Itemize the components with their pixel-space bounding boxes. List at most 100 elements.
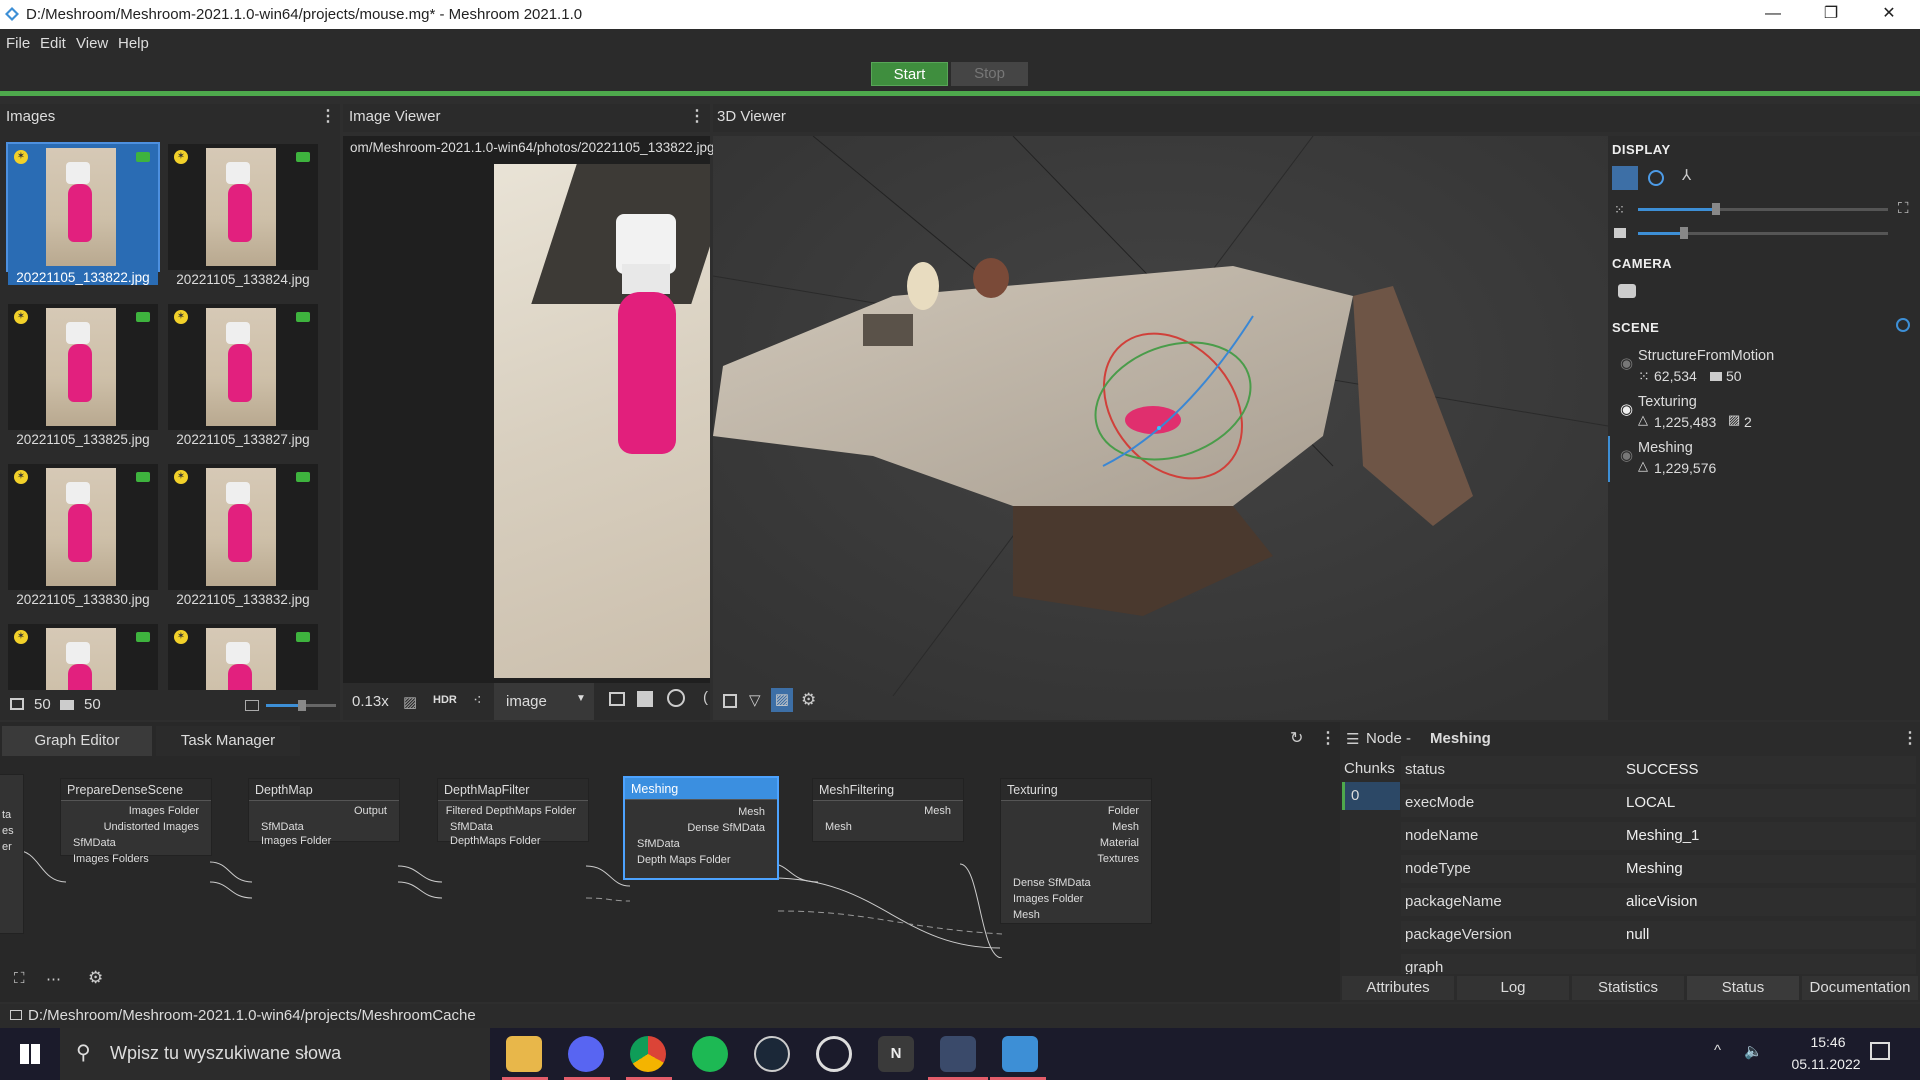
texture-icon[interactable]: ▨ (771, 688, 793, 712)
image-thumbnail[interactable]: ✶ (168, 144, 318, 270)
port-output[interactable]: Textures (1097, 853, 1139, 865)
chrome-icon[interactable] (630, 1036, 666, 1072)
meshroom-taskbar-icon[interactable] (940, 1036, 976, 1072)
start-button[interactable]: Start (871, 62, 948, 86)
node-prepare-dense-scene[interactable]: PrepareDenseScene Images Folder Undistor… (60, 778, 212, 865)
clock-time[interactable]: 15:46 (1790, 1034, 1866, 1050)
metadata-icon[interactable] (609, 692, 625, 706)
restore-button[interactable]: ❐ (1802, 0, 1860, 29)
port-input[interactable]: Mesh (825, 821, 852, 833)
tab-documentation[interactable]: Documentation (1802, 976, 1918, 1000)
port-input[interactable]: Images Folder (1013, 893, 1083, 905)
discord-icon[interactable] (568, 1036, 604, 1072)
features-icon[interactable]: ⁖ (473, 691, 482, 709)
obs-icon[interactable] (816, 1036, 852, 1072)
thumbnail-size-slider[interactable] (266, 700, 336, 711)
menu-edit[interactable]: Edit (40, 35, 66, 52)
tab-statistics[interactable]: Statistics (1572, 976, 1684, 1000)
port-input[interactable]: Dense SfMData (1013, 877, 1091, 889)
fit-view-icon[interactable]: ⛶ (1898, 200, 1909, 217)
port-input[interactable]: DepthMaps Folder (450, 835, 541, 847)
port-output[interactable]: Output (354, 805, 387, 817)
image-mode-select[interactable]: image ▼ (494, 683, 594, 720)
notifications-icon[interactable] (1870, 1042, 1890, 1060)
node-texturing[interactable]: Texturing Folder Mesh Material Textures … (1000, 778, 1152, 924)
eye-icon[interactable]: ◉ (1620, 400, 1633, 418)
images-menu-icon[interactable]: ⋮ (320, 106, 336, 126)
port-input[interactable]: SfMData (261, 821, 304, 833)
image-thumbnail[interactable]: ✶ (6, 142, 160, 272)
port-output[interactable]: Mesh (1112, 821, 1139, 833)
spotify-icon[interactable] (692, 1036, 728, 1072)
fit-graph-icon[interactable]: ⛶ (14, 970, 25, 987)
port-input[interactable]: Depth Maps Folder (637, 854, 731, 866)
scene-item-texturing[interactable]: ◉ Texturing △ 1,225,483 ▨ 2 (1608, 390, 1920, 436)
port-output[interactable]: Mesh (738, 806, 765, 818)
chunk-item[interactable]: 0 (1342, 782, 1400, 810)
more-icon[interactable]: ( (703, 689, 708, 706)
port-output[interactable]: Undistorted Images (104, 821, 199, 833)
bounding-box-icon[interactable] (723, 694, 737, 708)
windows-start-icon[interactable] (20, 1044, 40, 1064)
scene-item-meshing[interactable]: ◉ Meshing △ 1,229,576 (1608, 436, 1920, 482)
image-thumbnail[interactable]: ✶ (168, 304, 318, 430)
port-output[interactable]: Dense SfMData (687, 822, 765, 834)
orientation-icon[interactable]: ⅄ (1682, 166, 1691, 184)
refresh-icon[interactable]: ↻ (1290, 728, 1303, 748)
tab-status[interactable]: Status (1687, 976, 1799, 1000)
gizmo-toggle-icon[interactable] (1648, 170, 1664, 186)
gear-icon[interactable]: ⚙ (801, 690, 816, 710)
node-mesh-filtering[interactable]: MeshFiltering Mesh Mesh (812, 778, 964, 842)
steam-icon[interactable] (754, 1036, 790, 1072)
port-input[interactable]: Images Folders (73, 853, 149, 865)
image-viewer-menu-icon[interactable]: ⋮ (689, 106, 705, 126)
port-output[interactable]: Mesh (924, 805, 951, 817)
camera-scale-slider[interactable] (1638, 227, 1888, 239)
image-viewer[interactable]: om/Meshroom-2021.1.0-win64/photos/202211… (343, 136, 715, 720)
image-thumbnail[interactable]: ✶ (8, 624, 158, 690)
volume-muted-icon[interactable]: 🔈 (1744, 1042, 1763, 1060)
tab-attributes[interactable]: Attributes (1342, 976, 1454, 1000)
file-explorer-icon[interactable] (506, 1036, 542, 1072)
image-thumbnail[interactable]: ✶ (168, 464, 318, 590)
image-thumbnail[interactable]: ✶ (8, 464, 158, 590)
node-depthmap[interactable]: DepthMap Output SfMData Images Folder (248, 778, 400, 847)
globe-icon[interactable] (667, 689, 685, 707)
tray-chevron-icon[interactable]: ^ (1714, 1042, 1721, 1059)
notion-icon[interactable]: N (878, 1036, 914, 1072)
clock-date[interactable]: 05.11.2022 (1776, 1056, 1876, 1072)
menu-help[interactable]: Help (118, 35, 149, 52)
tab-graph-editor[interactable]: Graph Editor (2, 726, 152, 756)
histogram-icon[interactable] (637, 691, 653, 707)
tab-task-manager[interactable]: Task Manager (156, 726, 300, 756)
port-output[interactable]: Material (1100, 837, 1139, 849)
node-panel-menu-icon[interactable]: ⋮ (1902, 728, 1918, 748)
camera-snapshot-icon[interactable] (1618, 284, 1636, 298)
port-input[interactable]: SfMData (637, 838, 680, 850)
node-meshing[interactable]: Meshing Mesh Dense SfMData SfMData Depth… (623, 776, 779, 880)
stop-button[interactable]: Stop (951, 62, 1028, 86)
menu-file[interactable]: File (6, 35, 30, 52)
node-depthmap-filter[interactable]: DepthMapFilter Filtered DepthMaps Folder… (437, 778, 589, 847)
port-output[interactable]: Filtered DepthMaps Folder (446, 805, 576, 817)
viewer3d-canvas[interactable]: ▽ ▨ ⚙ (713, 136, 1608, 720)
eye-hidden-icon[interactable]: ◉ (1620, 446, 1633, 464)
eye-hidden-icon[interactable]: ◉ (1620, 354, 1633, 372)
minimize-button[interactable]: — (1744, 0, 1802, 29)
menu-view[interactable]: View (76, 35, 108, 52)
info-icon[interactable] (1896, 318, 1910, 332)
port-input[interactable]: Images Folder (261, 835, 331, 847)
graph-settings-icon[interactable]: ⚙ (88, 968, 103, 988)
image-thumbnail[interactable]: ✶ (168, 624, 318, 690)
point-size-slider[interactable] (1638, 203, 1888, 215)
port-output[interactable]: Folder (1108, 805, 1139, 817)
filter-icon[interactable]: ▽ (749, 691, 761, 709)
scene-item-sfm[interactable]: ◉ StructureFromMotion ⁙ 62,534 50 (1608, 344, 1920, 390)
port-input[interactable]: SfMData (450, 821, 493, 833)
close-button[interactable]: ✕ (1860, 0, 1918, 29)
grid-toggle-icon[interactable] (1612, 166, 1638, 190)
color-channel-icon[interactable]: ▨ (403, 693, 417, 711)
port-input[interactable]: Mesh (1013, 909, 1040, 921)
layout-icon[interactable]: ⋯ (46, 970, 61, 988)
hdr-toggle[interactable]: HDR (433, 694, 457, 706)
